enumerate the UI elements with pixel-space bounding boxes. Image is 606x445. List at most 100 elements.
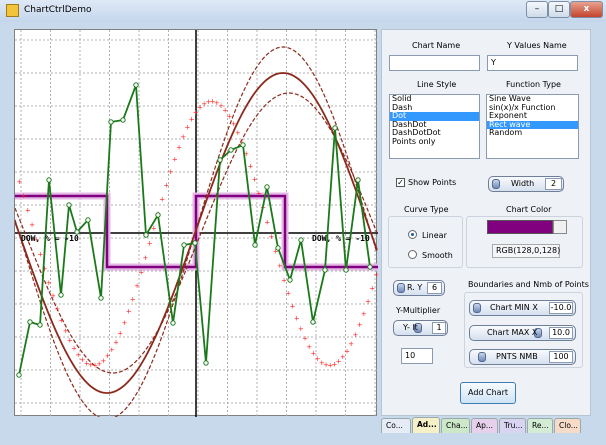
random-point (58, 292, 64, 298)
dotted-point: + (122, 319, 128, 327)
dotted-point: + (281, 276, 287, 284)
tab-0[interactable]: Co... (381, 418, 411, 433)
random-point (252, 242, 258, 248)
random-point (298, 237, 304, 243)
width-spinner[interactable]: Width 2 (488, 176, 564, 192)
dotted-point: + (130, 295, 136, 303)
chart-min-label: Chart MIN X (490, 303, 538, 312)
chart-max-x-spinner[interactable]: Chart MAX X 10.0 (469, 325, 576, 341)
dotted-point: + (113, 338, 119, 346)
random-point (155, 212, 161, 218)
chart-min-slider-thumb[interactable] (473, 303, 481, 313)
dotted-point: + (54, 305, 60, 313)
random-point (133, 82, 139, 88)
dotted-point: + (168, 168, 174, 176)
tab-4[interactable]: Tru... (499, 418, 526, 433)
dotted-point: + (126, 308, 132, 316)
tab-2[interactable]: Cha... (441, 418, 470, 433)
random-point (85, 217, 91, 223)
width-value[interactable]: 2 (545, 178, 562, 190)
window-title: ChartCtrlDemo (24, 5, 92, 15)
random-point (46, 177, 52, 183)
dotted-point: + (109, 346, 115, 354)
random-point (98, 295, 104, 301)
smooth-label: Smooth (422, 251, 453, 260)
ymult-value[interactable]: 1 (432, 322, 446, 334)
function-type-list[interactable]: Sine Wave sin(x)/x Function Exponent Rect w… (486, 94, 579, 159)
pnts-label: PNTS NMB (496, 352, 538, 361)
pnts-slider-thumb[interactable] (478, 352, 486, 362)
dotted-point: + (21, 192, 27, 200)
dotted-point: + (185, 124, 191, 132)
chart-color-swatch (487, 220, 553, 234)
dotted-point: + (50, 292, 56, 300)
pnts-value[interactable]: 100 (549, 351, 573, 363)
random-point (37, 322, 43, 328)
y-multiplier-label: Y-Multiplier (396, 306, 441, 315)
chart-value-label-right: DOW, % = -10 (312, 234, 370, 243)
width-slider-thumb[interactable] (492, 179, 500, 189)
show-points-checkbox[interactable]: ✓ (396, 178, 405, 187)
dotted-point: + (285, 290, 291, 298)
chart-value-label-left: DOW, % = -10 (21, 234, 79, 243)
ymult-spinner[interactable]: Y- lt 1 (393, 320, 448, 336)
dotted-point: + (46, 279, 52, 287)
chart-min-value[interactable]: -10.0 (549, 302, 573, 314)
dotted-point: + (117, 329, 123, 337)
dotted-point: + (269, 233, 275, 241)
dotted-point: + (63, 327, 69, 335)
dotted-point: + (147, 239, 153, 247)
dotted-point: + (235, 129, 241, 137)
tab-3[interactable]: Ap... (471, 418, 498, 433)
color-picker-button[interactable] (553, 220, 567, 234)
chart-min-x-spinner[interactable]: Chart MIN X -10.0 (469, 300, 576, 316)
linear-radio[interactable] (408, 230, 417, 239)
chart-canvas[interactable]: + + + + + + + + + + + + + + + + + + + + + + + + + + + + + + + + + + + + + + + +… (14, 29, 378, 417)
dotted-point: + (159, 195, 165, 203)
tab-1[interactable]: Ad... (412, 417, 440, 433)
add-chart-button[interactable]: Add Chart (460, 382, 516, 404)
random-point (367, 264, 373, 270)
linear-label: Linear (422, 231, 447, 240)
random-point (16, 372, 22, 378)
line-style-option[interactable]: Points only (390, 137, 479, 147)
function-type-option[interactable]: Random (487, 128, 578, 138)
multiplier-input[interactable]: 10 (401, 348, 433, 364)
random-point (275, 245, 281, 251)
chart-name-input[interactable] (389, 55, 480, 71)
random-point (192, 240, 198, 246)
dotted-point: + (29, 221, 35, 229)
tab-5[interactable]: Re... (527, 418, 553, 433)
dotted-point: + (264, 218, 270, 226)
ry-value[interactable]: 6 (427, 282, 442, 294)
ry-slider-thumb[interactable] (397, 283, 405, 293)
pnts-nmb-spinner[interactable]: PNTS NMB 100 (469, 349, 576, 365)
dotted-point: + (256, 189, 262, 197)
tab-6[interactable]: Clo... (554, 418, 581, 433)
dotted-point: + (298, 325, 304, 333)
random-point (310, 319, 316, 325)
random-point (27, 319, 33, 325)
smooth-radio[interactable] (408, 250, 417, 259)
ry-label: R. Y (407, 283, 423, 292)
ry-spinner[interactable]: R. Y 6 (393, 280, 445, 296)
show-points-label: Show Points (408, 178, 457, 187)
random-point (287, 277, 293, 283)
chart-max-value[interactable]: 10.0 (549, 327, 573, 339)
function-type-label: Function Type (506, 80, 561, 89)
line-style-list[interactable]: Solid Dash Dot DashDot DashDotDot Points only (389, 94, 480, 159)
dotted-point: + (67, 336, 73, 344)
dotted-point: + (17, 178, 23, 186)
y-values-input[interactable]: Y (487, 55, 578, 71)
random-point (240, 142, 246, 148)
dotted-point: + (248, 162, 254, 170)
random-point (322, 267, 328, 273)
close-icon[interactable]: x (570, 1, 603, 18)
width-label: Width (511, 179, 535, 188)
random-point (228, 147, 234, 153)
dotted-point: + (38, 250, 44, 258)
minimize-icon[interactable]: – (526, 1, 548, 18)
dotted-point: + (164, 181, 170, 189)
random-point (108, 119, 114, 125)
maximize-icon[interactable]: □ (548, 1, 570, 18)
